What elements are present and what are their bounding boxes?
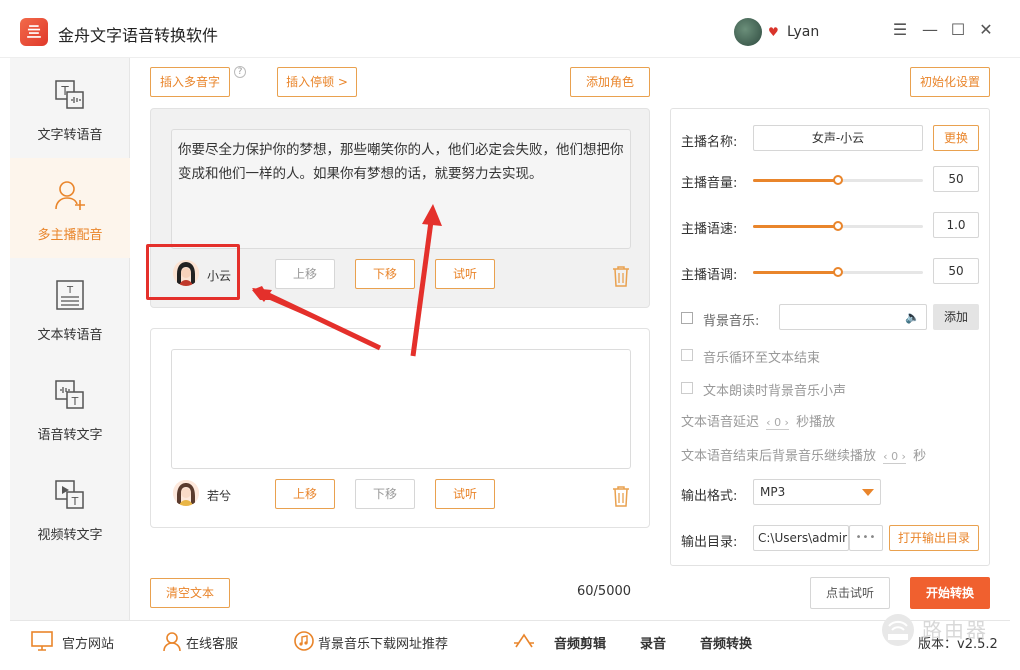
- settings-panel: 主播名称: 女声-小云 更换 主播音量: 50 主播语速: 1.0 主播语调: …: [670, 108, 990, 566]
- bg-music-label: 背景音乐:: [703, 314, 760, 329]
- anchor-name-label: 主播名称:: [681, 135, 738, 150]
- chevron-down-icon: [862, 489, 874, 496]
- annotation-arrow-up-head: [422, 204, 442, 226]
- slider-knob[interactable]: [833, 221, 843, 231]
- format-select[interactable]: MP3: [753, 479, 881, 505]
- bottom-bar: 官方网站 在线客服 背景音乐下载网址推荐 音频剪辑 录音 音频转换 版本：v2.…: [10, 620, 1010, 664]
- add-bg-music-button[interactable]: 添加: [933, 304, 979, 330]
- loop-label: 音乐循环至文本结束: [703, 351, 821, 366]
- change-anchor-button[interactable]: 更换: [933, 125, 979, 151]
- continue-setting: 文本语音结束后背景音乐继续播放 ‹ 0 › 秒: [681, 445, 926, 464]
- watermark-text: 路由器: [922, 618, 988, 642]
- bg-music-field[interactable]: 🔈: [779, 304, 927, 330]
- volume-slider[interactable]: [753, 175, 923, 185]
- slider-knob[interactable]: [833, 175, 843, 185]
- continue-value: 0: [891, 450, 899, 463]
- format-label: 输出格式:: [681, 489, 738, 504]
- loop-checkbox[interactable]: [681, 349, 693, 361]
- record-link[interactable]: 录音: [640, 633, 666, 652]
- pitch-slider[interactable]: [753, 267, 923, 277]
- monitor-icon: [31, 631, 53, 651]
- output-dir-field[interactable]: C:\Users\admir: [753, 525, 849, 551]
- volume-input[interactable]: 50: [933, 166, 979, 192]
- audio-edit-link[interactable]: 音频剪辑: [554, 633, 606, 652]
- audio-edit-icon: [514, 633, 534, 648]
- continue-suffix: 秒: [913, 449, 927, 464]
- continue-prefix: 文本语音结束后背景音乐继续播放: [681, 449, 877, 464]
- continue-stepper[interactable]: ‹ 0 ›: [883, 450, 906, 464]
- pitch-label: 主播语调:: [681, 268, 738, 283]
- browse-dir-button[interactable]: •••: [849, 525, 883, 551]
- speed-slider[interactable]: [753, 221, 923, 231]
- delay-value: 0: [774, 416, 782, 429]
- delay-prefix: 文本语音延迟: [681, 415, 760, 430]
- pitch-input[interactable]: 50: [933, 258, 979, 284]
- website-link[interactable]: 官方网站: [62, 633, 114, 652]
- clear-text-button[interactable]: 清空文本: [150, 578, 230, 608]
- anchor-name-field: 女声-小云: [753, 125, 923, 151]
- customer-service-icon: [163, 632, 181, 652]
- delay-suffix: 秒播放: [796, 415, 836, 430]
- speed-input[interactable]: 1.0: [933, 212, 979, 238]
- dir-label: 输出目录:: [681, 535, 738, 550]
- annotation-arrow-left-shaft: [256, 287, 382, 351]
- lower-bg-label: 文本朗读时背景音乐小声: [703, 384, 847, 399]
- bg-music-sites-link[interactable]: 背景音乐下载网址推荐: [318, 633, 448, 652]
- music-icon: [294, 631, 314, 651]
- char-count: 60/5000: [577, 584, 632, 599]
- volume-icon: 🔈: [905, 310, 920, 324]
- audio-convert-link[interactable]: 音频转换: [700, 633, 752, 652]
- online-service-link[interactable]: 在线客服: [186, 633, 238, 652]
- open-output-dir-button[interactable]: 打开输出目录: [889, 525, 979, 551]
- router-logo-icon: [882, 614, 914, 646]
- bg-music-checkbox[interactable]: [681, 312, 693, 324]
- volume-label: 主播音量:: [681, 176, 738, 191]
- watermark: 路由器: [878, 604, 1008, 650]
- format-value: MP3: [760, 485, 786, 499]
- lower-bg-checkbox[interactable]: [681, 382, 693, 394]
- delay-setting: 文本语音延迟 ‹ 0 › 秒播放: [681, 411, 835, 430]
- slider-knob[interactable]: [833, 267, 843, 277]
- annotation-arrow-up-shaft: [410, 213, 435, 357]
- speed-label: 主播语速:: [681, 222, 738, 237]
- delay-stepper[interactable]: ‹ 0 ›: [766, 416, 789, 430]
